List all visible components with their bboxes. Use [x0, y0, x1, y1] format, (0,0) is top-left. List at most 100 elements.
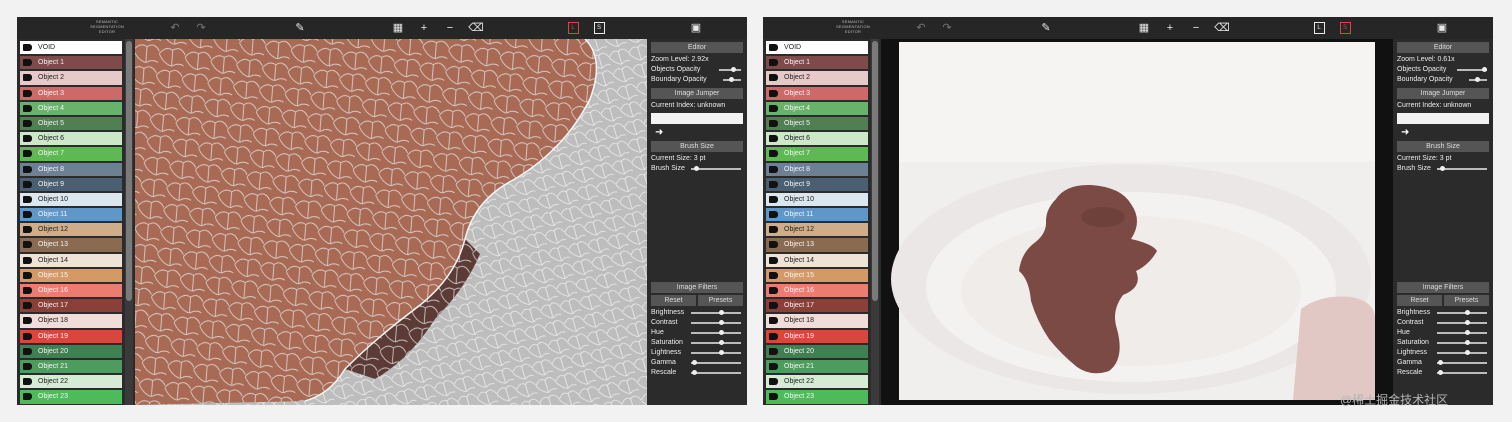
label-item[interactable]: Object 14 — [766, 253, 868, 267]
arrow-right-icon[interactable]: ➜ — [655, 127, 739, 138]
label-item[interactable]: Object 11 — [766, 208, 868, 222]
label-item[interactable]: Object 2 — [20, 71, 122, 85]
image-index-input[interactable] — [651, 113, 743, 124]
label-item[interactable]: Object 16 — [20, 284, 122, 298]
boundary-opacity-slider[interactable] — [723, 77, 741, 82]
filter-slider[interactable] — [1437, 310, 1487, 315]
save-icon[interactable]: ▣ — [1434, 20, 1450, 36]
segmentation-view[interactable] — [881, 39, 1393, 405]
brush-icon[interactable]: ✎ — [1038, 20, 1054, 36]
presets-button[interactable]: Presets — [698, 295, 743, 306]
zoom-out-icon[interactable]: − — [1188, 20, 1204, 36]
superpixel-mode-toggle[interactable]: S — [591, 20, 607, 36]
redo-icon[interactable]: ↷ — [939, 20, 955, 36]
eraser-icon[interactable]: ⌫ — [1214, 20, 1230, 36]
label-item[interactable]: Object 15 — [20, 268, 122, 282]
label-item[interactable]: Object 8 — [20, 162, 122, 176]
zoom-in-icon[interactable]: + — [1162, 20, 1178, 36]
label-item[interactable]: Object 22 — [766, 375, 868, 389]
label-item[interactable]: Object 5 — [766, 116, 868, 131]
filter-slider[interactable] — [1437, 320, 1487, 325]
filter-slider[interactable] — [1437, 340, 1487, 345]
filter-slider[interactable] — [1437, 330, 1487, 335]
superpixel-mode-toggle[interactable]: S — [1337, 20, 1353, 36]
label-item[interactable]: Object 1 — [766, 56, 868, 70]
label-item[interactable]: Object 18 — [20, 314, 122, 328]
filter-slider[interactable] — [1437, 360, 1487, 365]
label-item[interactable]: Object 17 — [766, 299, 868, 313]
label-item[interactable]: Object 4 — [20, 101, 122, 115]
label-item[interactable]: Object 14 — [20, 253, 122, 267]
label-item[interactable]: Object 13 — [766, 238, 868, 252]
filter-slider[interactable] — [691, 370, 741, 375]
label-mode-toggle[interactable]: L — [1311, 20, 1327, 36]
label-mode-toggle[interactable]: L — [565, 20, 581, 36]
save-icon[interactable]: ▣ — [688, 20, 704, 36]
label-item[interactable]: VOID — [20, 41, 122, 55]
label-item[interactable]: Object 12 — [20, 223, 122, 237]
label-item[interactable]: Object 2 — [766, 71, 868, 85]
label-item[interactable]: Object 3 — [766, 86, 868, 100]
label-item[interactable]: Object 19 — [20, 329, 122, 343]
label-item[interactable]: Object 7 — [20, 147, 122, 161]
brush-icon[interactable]: ✎ — [292, 20, 308, 36]
label-item[interactable]: Object 22 — [20, 375, 122, 389]
zoom-in-icon[interactable]: + — [416, 20, 432, 36]
filter-slider[interactable] — [1437, 350, 1487, 355]
label-item[interactable]: Object 16 — [766, 284, 868, 298]
image-canvas[interactable] — [881, 39, 1393, 405]
label-item[interactable]: Object 17 — [20, 299, 122, 313]
label-item[interactable]: Object 23 — [20, 390, 122, 404]
segmentation-view[interactable] — [135, 39, 647, 405]
label-item[interactable]: Object 10 — [766, 192, 868, 207]
label-item[interactable]: Object 12 — [766, 223, 868, 237]
label-item[interactable]: Object 10 — [20, 192, 122, 207]
label-item[interactable]: Object 20 — [766, 344, 868, 358]
label-item[interactable]: Object 20 — [20, 344, 122, 358]
filter-slider[interactable] — [691, 320, 741, 325]
label-item[interactable]: Object 6 — [766, 132, 868, 146]
label-item[interactable]: Object 21 — [766, 359, 868, 374]
reset-button[interactable]: Reset — [651, 295, 696, 306]
image-index-input[interactable] — [1397, 113, 1489, 124]
superpixel-grid-icon[interactable]: ▦ — [390, 20, 406, 36]
image-canvas[interactable] — [135, 39, 647, 405]
label-item[interactable]: Object 9 — [766, 177, 868, 191]
filter-slider[interactable] — [691, 360, 741, 365]
label-item[interactable]: Object 13 — [20, 238, 122, 252]
filter-slider[interactable] — [691, 310, 741, 315]
eraser-icon[interactable]: ⌫ — [468, 20, 484, 36]
label-list-scrollbar[interactable] — [871, 39, 879, 405]
label-item[interactable]: Object 3 — [20, 86, 122, 100]
arrow-right-icon[interactable]: ➜ — [1401, 127, 1485, 138]
label-item[interactable]: VOID — [766, 41, 868, 55]
label-item[interactable]: Object 5 — [20, 116, 122, 131]
brush-size-slider[interactable] — [691, 166, 741, 171]
reset-button[interactable]: Reset — [1397, 295, 1442, 306]
zoom-out-icon[interactable]: − — [442, 20, 458, 36]
redo-icon[interactable]: ↷ — [193, 20, 209, 36]
filter-slider[interactable] — [1437, 370, 1487, 375]
filter-slider[interactable] — [691, 330, 741, 335]
filter-slider[interactable] — [691, 340, 741, 345]
filter-slider[interactable] — [691, 350, 741, 355]
label-item[interactable]: Object 4 — [766, 101, 868, 115]
label-item[interactable]: Object 23 — [766, 390, 868, 404]
superpixel-grid-icon[interactable]: ▦ — [1136, 20, 1152, 36]
boundary-opacity-slider[interactable] — [1469, 77, 1487, 82]
label-item[interactable]: Object 19 — [766, 329, 868, 343]
presets-button[interactable]: Presets — [1444, 295, 1489, 306]
objects-opacity-slider[interactable] — [1457, 67, 1487, 72]
brush-size-slider[interactable] — [1437, 166, 1487, 171]
label-item[interactable]: Object 11 — [20, 208, 122, 222]
label-item[interactable]: Object 8 — [766, 162, 868, 176]
label-item[interactable]: Object 7 — [766, 147, 868, 161]
label-item[interactable]: Object 9 — [20, 177, 122, 191]
undo-icon[interactable]: ↶ — [913, 20, 929, 36]
label-item[interactable]: Object 15 — [766, 268, 868, 282]
label-item[interactable]: Object 1 — [20, 56, 122, 70]
label-item[interactable]: Object 6 — [20, 132, 122, 146]
objects-opacity-slider[interactable] — [719, 67, 741, 72]
label-list-scrollbar[interactable] — [125, 39, 133, 405]
label-item[interactable]: Object 18 — [766, 314, 868, 328]
